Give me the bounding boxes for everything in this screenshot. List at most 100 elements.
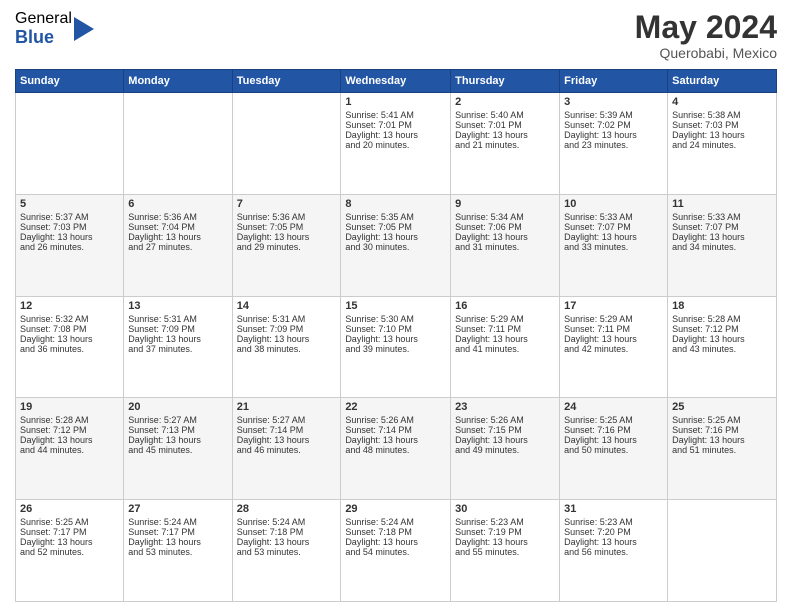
day-number: 21 xyxy=(237,401,337,413)
week-row-5: 26Sunrise: 5:25 AMSunset: 7:17 PMDayligh… xyxy=(16,500,777,602)
day-info: Daylight: 13 hours xyxy=(672,334,772,344)
day-info: Daylight: 13 hours xyxy=(128,435,227,445)
logo-general: General xyxy=(15,10,72,28)
day-info: Sunset: 7:06 PM xyxy=(455,222,555,232)
day-number: 27 xyxy=(128,503,227,515)
day-info: Daylight: 13 hours xyxy=(128,232,227,242)
calendar-cell: 4Sunrise: 5:38 AMSunset: 7:03 PMDaylight… xyxy=(668,93,777,195)
day-info: Sunrise: 5:26 AM xyxy=(455,415,555,425)
day-info: and 41 minutes. xyxy=(455,344,555,354)
calendar-cell: 18 Sunrise: 5:28 AMSunset: 7:12 PMDayligh… xyxy=(668,296,777,398)
day-info: Sunrise: 5:28 AM xyxy=(672,314,772,324)
day-info: and 53 minutes. xyxy=(237,547,337,557)
day-info: and 29 minutes. xyxy=(237,242,337,252)
day-info: Sunrise: 5:29 AM xyxy=(455,314,555,324)
day-info: Sunset: 7:14 PM xyxy=(237,425,337,435)
weekday-header-thursday: Thursday xyxy=(451,70,560,93)
day-info: Sunset: 7:04 PM xyxy=(128,222,227,232)
day-info: and 44 minutes. xyxy=(20,445,119,455)
calendar-cell: 7Sunrise: 5:36 AMSunset: 7:05 PMDaylight… xyxy=(232,194,341,296)
day-number: 16 xyxy=(455,300,555,312)
calendar-cell: 22Sunrise: 5:26 AMSunset: 7:14 PMDayligh… xyxy=(341,398,451,500)
weekday-header-saturday: Saturday xyxy=(668,70,777,93)
day-info: Sunrise: 5:25 AM xyxy=(672,415,772,425)
day-info: Sunset: 7:20 PM xyxy=(564,527,663,537)
day-info: and 51 minutes. xyxy=(672,445,772,455)
day-info: and 31 minutes. xyxy=(455,242,555,252)
day-info: Sunrise: 5:31 AM xyxy=(128,314,227,324)
calendar-cell: 24Sunrise: 5:25 AMSunset: 7:16 PMDayligh… xyxy=(560,398,668,500)
day-number: 15 xyxy=(345,300,446,312)
day-info: Sunrise: 5:27 AM xyxy=(237,415,337,425)
day-info: Daylight: 13 hours xyxy=(672,130,772,140)
day-info: Sunset: 7:18 PM xyxy=(237,527,337,537)
day-number: 1 xyxy=(345,96,446,108)
day-info: and 37 minutes. xyxy=(128,344,227,354)
day-number: 7 xyxy=(237,198,337,210)
day-info: Sunrise: 5:33 AM xyxy=(672,212,772,222)
weekday-header-row: SundayMondayTuesdayWednesdayThursdayFrid… xyxy=(16,70,777,93)
day-info: Sunrise: 5:39 AM xyxy=(564,110,663,120)
calendar-cell: 8Sunrise: 5:35 AMSunset: 7:05 PMDaylight… xyxy=(341,194,451,296)
day-info: Daylight: 13 hours xyxy=(455,130,555,140)
day-info: and 49 minutes. xyxy=(455,445,555,455)
day-info: Sunrise: 5:24 AM xyxy=(128,517,227,527)
day-number: 2 xyxy=(455,96,555,108)
day-info: Sunset: 7:12 PM xyxy=(20,425,119,435)
day-info: and 55 minutes. xyxy=(455,547,555,557)
day-number: 26 xyxy=(20,503,119,515)
day-info: Daylight: 13 hours xyxy=(20,232,119,242)
day-info: and 21 minutes. xyxy=(455,140,555,150)
day-info: and 56 minutes. xyxy=(564,547,663,557)
day-number: 10 xyxy=(564,198,663,210)
day-number: 13 xyxy=(128,300,227,312)
day-info: Sunset: 7:09 PM xyxy=(128,324,227,334)
day-info: Sunrise: 5:28 AM xyxy=(20,415,119,425)
day-info: Daylight: 13 hours xyxy=(345,435,446,445)
day-number: 12 xyxy=(20,300,119,312)
logo-blue: Blue xyxy=(15,28,72,48)
day-info: Sunset: 7:18 PM xyxy=(345,527,446,537)
day-info: and 53 minutes. xyxy=(128,547,227,557)
day-info: Daylight: 13 hours xyxy=(564,130,663,140)
page: General Blue May 2024 Querobabi, Mexico … xyxy=(0,0,792,612)
day-number: 18 xyxy=(672,300,772,312)
calendar-table: SundayMondayTuesdayWednesdayThursdayFrid… xyxy=(15,69,777,602)
day-info: Sunset: 7:08 PM xyxy=(20,324,119,334)
calendar-cell: 1Sunrise: 5:41 AMSunset: 7:01 PMDaylight… xyxy=(341,93,451,195)
calendar-cell: 27Sunrise: 5:24 AMSunset: 7:17 PMDayligh… xyxy=(124,500,232,602)
location-subtitle: Querobabi, Mexico xyxy=(635,45,777,61)
day-info: Daylight: 13 hours xyxy=(455,334,555,344)
calendar-cell: 20Sunrise: 5:27 AMSunset: 7:13 PMDayligh… xyxy=(124,398,232,500)
day-info: and 20 minutes. xyxy=(345,140,446,150)
day-info: Sunrise: 5:24 AM xyxy=(237,517,337,527)
day-info: and 43 minutes. xyxy=(672,344,772,354)
day-info: Sunrise: 5:27 AM xyxy=(128,415,227,425)
day-info: Sunset: 7:05 PM xyxy=(237,222,337,232)
day-info: Sunset: 7:05 PM xyxy=(345,222,446,232)
day-number: 22 xyxy=(345,401,446,413)
calendar-cell: 23Sunrise: 5:26 AMSunset: 7:15 PMDayligh… xyxy=(451,398,560,500)
calendar-cell: 5Sunrise: 5:37 AMSunset: 7:03 PMDaylight… xyxy=(16,194,124,296)
day-info: Daylight: 13 hours xyxy=(345,537,446,547)
day-number: 8 xyxy=(345,198,446,210)
calendar-cell: 28Sunrise: 5:24 AMSunset: 7:18 PMDayligh… xyxy=(232,500,341,602)
day-info: Sunrise: 5:35 AM xyxy=(345,212,446,222)
day-info: Sunrise: 5:25 AM xyxy=(20,517,119,527)
day-info: Daylight: 13 hours xyxy=(237,232,337,242)
day-info: Sunset: 7:11 PM xyxy=(455,324,555,334)
calendar-cell: 25Sunrise: 5:25 AMSunset: 7:16 PMDayligh… xyxy=(668,398,777,500)
day-info: Sunrise: 5:30 AM xyxy=(345,314,446,324)
week-row-4: 19Sunrise: 5:28 AMSunset: 7:12 PMDayligh… xyxy=(16,398,777,500)
calendar-cell: 15Sunrise: 5:30 AMSunset: 7:10 PMDayligh… xyxy=(341,296,451,398)
day-info: and 54 minutes. xyxy=(345,547,446,557)
weekday-header-tuesday: Tuesday xyxy=(232,70,341,93)
weekday-header-sunday: Sunday xyxy=(16,70,124,93)
day-info: Daylight: 13 hours xyxy=(564,537,663,547)
day-number: 28 xyxy=(237,503,337,515)
day-info: Sunset: 7:12 PM xyxy=(672,324,772,334)
calendar-cell: 9Sunrise: 5:34 AMSunset: 7:06 PMDaylight… xyxy=(451,194,560,296)
day-info: Daylight: 13 hours xyxy=(672,232,772,242)
calendar-cell: 2Sunrise: 5:40 AMSunset: 7:01 PMDaylight… xyxy=(451,93,560,195)
day-info: and 24 minutes. xyxy=(672,140,772,150)
